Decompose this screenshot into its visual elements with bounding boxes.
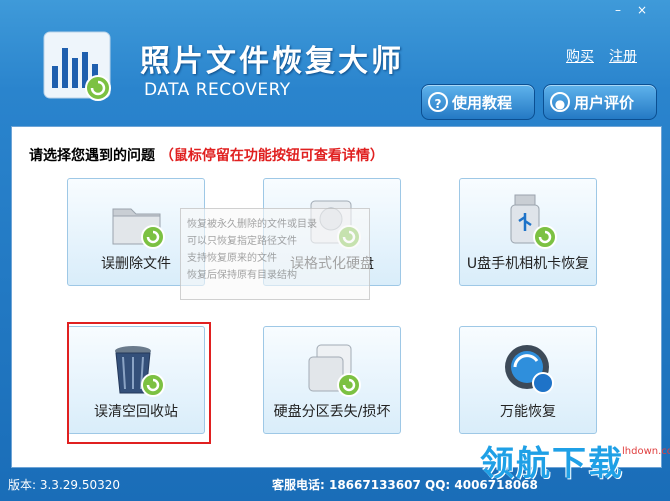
usb-recover-icon [510, 194, 557, 249]
problem-prompt: 请选择您遇到的问题 （鼠标停留在功能按钮可查看详情） [29, 145, 384, 165]
question-icon: ? [428, 92, 448, 112]
tile-lost-partition[interactable]: 硬盘分区丢失/损坏 [263, 326, 401, 434]
tile-universal-recovery[interactable]: 万能恢复 [459, 326, 597, 434]
version-label: 版本: 3.3.29.50320 [8, 478, 121, 492]
minimize-button[interactable]: – [609, 4, 627, 18]
tile-usb-camera-card[interactable]: U盘手机相机卡恢复 [459, 178, 597, 286]
register-link[interactable]: 注册 [609, 46, 637, 66]
tutorial-label: 使用教程 [452, 93, 513, 112]
tile-label: 万能恢复 [500, 404, 556, 420]
tile-tooltip: 恢复被永久删除的文件或目录 可以只恢复指定路径文件 支持恢复原来的文件 恢复后保… [180, 208, 370, 300]
tooltip-line: 可以只恢复指定路径文件 [187, 236, 297, 247]
tooltip-title: 恢复被永久删除的文件或目录 [187, 219, 317, 230]
watermark-url: lhdown.com [622, 446, 670, 457]
close-button[interactable]: × [633, 4, 651, 18]
app-window: – × 照片文件恢复大师 DATA RECOVERY 购买 注册 ? 使用教程 … [0, 0, 670, 501]
buy-link[interactable]: 购买 [566, 46, 594, 66]
universal-recover-icon [505, 345, 554, 394]
prompt-hint: （鼠标停留在功能按钮可查看详情） [159, 148, 384, 164]
watermark-text: 领航下载 [480, 444, 624, 484]
tile-label: 硬盘分区丢失/损坏 [273, 404, 391, 420]
highlight-box [67, 322, 211, 444]
prompt-question: 请选择您遇到的问题 [29, 148, 155, 164]
app-title: 照片文件恢复大师 [140, 44, 404, 79]
tooltip-line: 支持恢复原来的文件 [187, 253, 277, 264]
app-subtitle: DATA RECOVERY [144, 80, 291, 100]
folder-recover-icon [112, 208, 165, 249]
tile-label: U盘手机相机卡恢复 [466, 256, 590, 272]
app-logo-icon [38, 26, 118, 106]
review-label: 用户评价 [574, 93, 635, 112]
disk-partition-recover-icon [308, 344, 361, 397]
tutorial-button[interactable]: ? 使用教程 [421, 84, 535, 120]
user-review-button[interactable]: ● 用户评价 [543, 84, 657, 120]
user-icon: ● [550, 92, 570, 112]
tooltip-line: 恢复后保持原有目录结构 [187, 270, 297, 281]
